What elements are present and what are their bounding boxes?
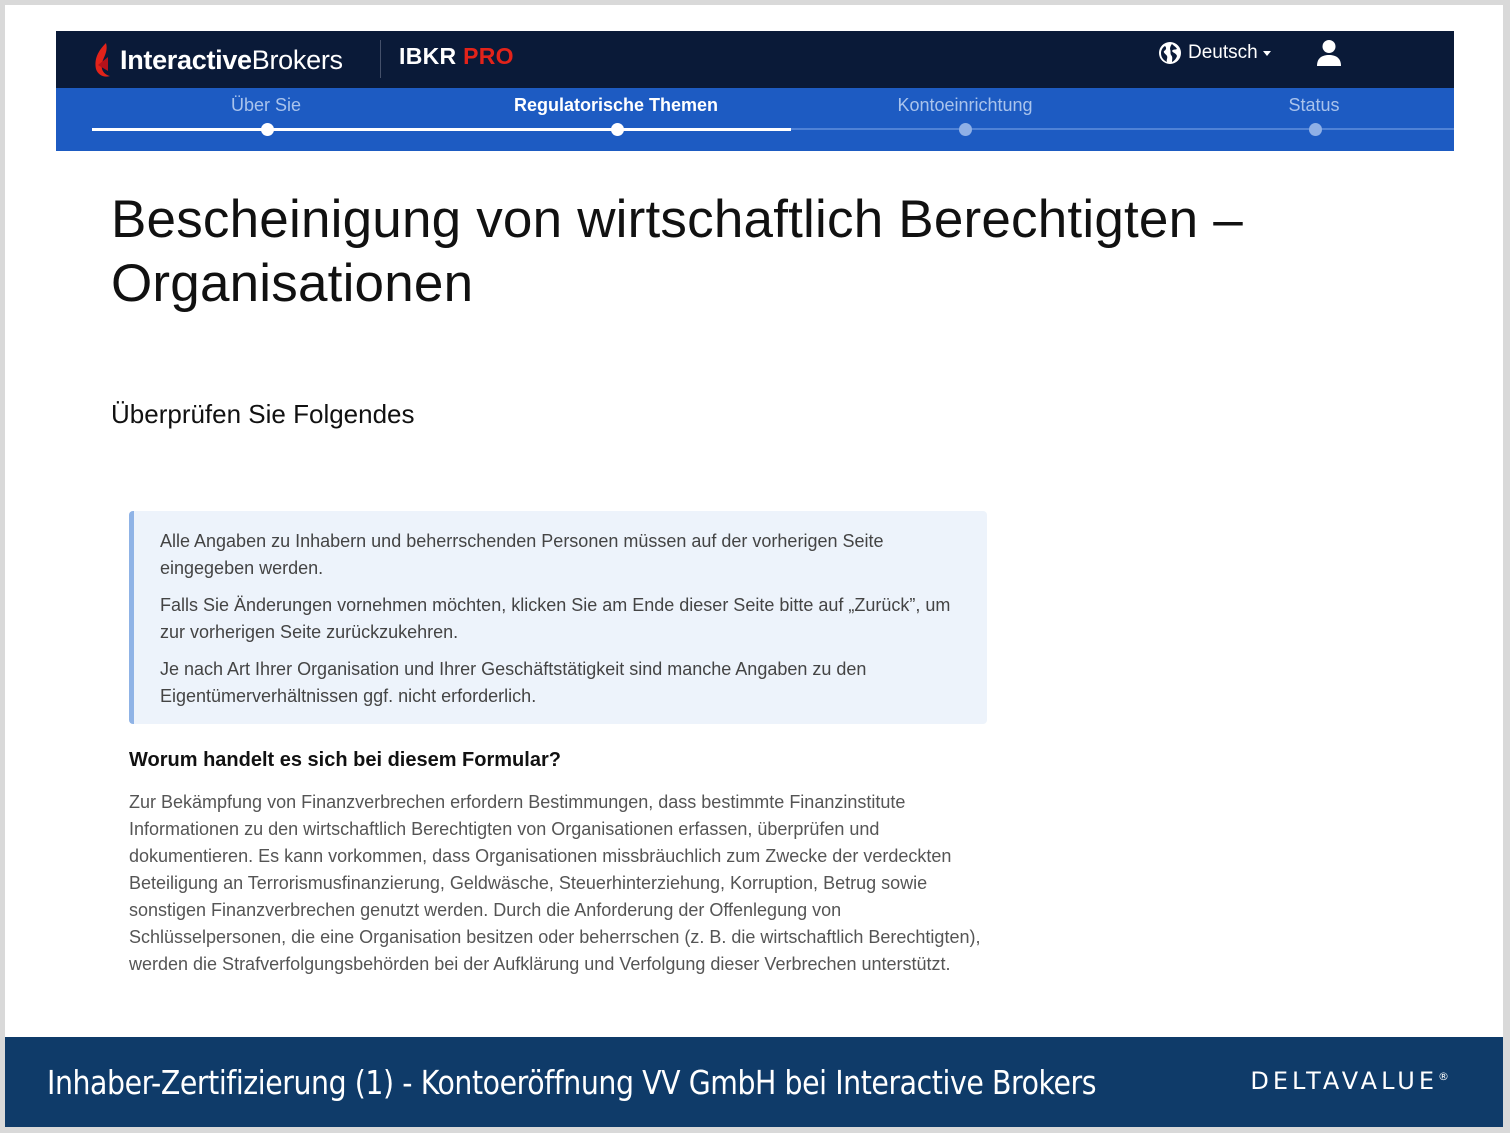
ib-logo[interactable]: InteractiveBrokers	[92, 41, 343, 79]
step-dot-ueber-sie	[261, 123, 274, 136]
user-icon[interactable]	[1316, 39, 1342, 67]
caption-bar: Inhaber-Zertifizierung (1) - Kontoeröffn…	[5, 1037, 1503, 1127]
top-header: InteractiveBrokers IBKR PRO Deutsch	[56, 31, 1454, 88]
info-paragraph: Falls Sie Änderungen vornehmen möchten, …	[160, 595, 951, 642]
info-paragraph: Je nach Art Ihrer Organisation und Ihrer…	[160, 659, 867, 706]
product-name: IBKR PRO	[399, 43, 514, 69]
info-paragraph: Alle Angaben zu Inhabern und beherrschen…	[160, 531, 884, 578]
step-regulatorische-themen[interactable]: Regulatorische Themen	[486, 95, 746, 116]
logo-flame-icon	[95, 43, 110, 77]
language-label: Deutsch	[1188, 42, 1258, 63]
header-divider	[380, 40, 381, 78]
section-subtitle: Überprüfen Sie Folgendes	[111, 399, 415, 429]
brand-logo: DELTAVALUE®	[1250, 1067, 1449, 1095]
caret-down-icon	[1262, 50, 1271, 56]
caption-text: Inhaber-Zertifizierung (1) - Kontoeröffn…	[47, 1063, 1097, 1102]
step-dot-kontoeinrichtung	[959, 123, 972, 136]
globe-icon	[1159, 42, 1181, 64]
info-callout: Alle Angaben zu Inhabern und beherrschen…	[129, 511, 987, 724]
step-dot-regulatorische-themen	[611, 123, 624, 136]
form-question-heading: Worum handelt es sich bei diesem Formula…	[129, 749, 561, 771]
language-selector[interactable]: Deutsch	[1158, 41, 1271, 65]
step-ueber-sie[interactable]: Über Sie	[136, 95, 396, 116]
step-dot-status	[1309, 123, 1322, 136]
page-title: Bescheinigung von wirtschaftlich Berecht…	[111, 190, 1243, 313]
progress-track-done	[92, 128, 791, 131]
progress-steps: Über Sie Regulatorische Themen Kontoeinr…	[56, 88, 1454, 151]
logo-text: InteractiveBrokers	[120, 44, 343, 75]
step-kontoeinrichtung[interactable]: Kontoeinrichtung	[835, 95, 1095, 116]
step-status[interactable]: Status	[1184, 95, 1444, 116]
form-explanation-text: Zur Bekämpfung von Finanzverbrechen erfo…	[129, 792, 981, 974]
